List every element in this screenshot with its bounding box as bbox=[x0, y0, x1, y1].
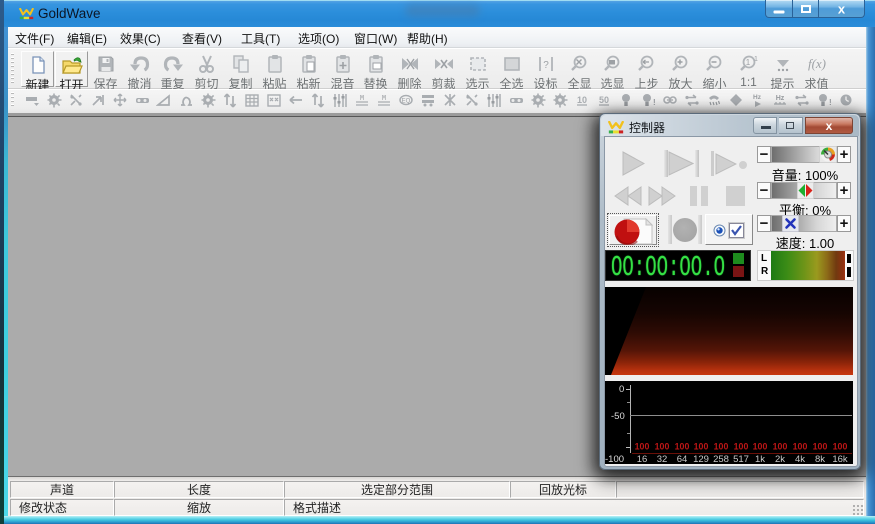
svg-text:50: 50 bbox=[599, 95, 609, 105]
svg-text:10: 10 bbox=[577, 95, 587, 105]
svg-text:!: ! bbox=[829, 98, 832, 107]
svg-text:Hz: Hz bbox=[776, 95, 785, 102]
svg-text:f(x): f(x) bbox=[807, 56, 825, 71]
svg-text:Hz: Hz bbox=[753, 94, 762, 101]
svg-text:1: 1 bbox=[754, 56, 758, 63]
svg-text:EQ: EQ bbox=[402, 99, 411, 105]
svg-text:1: 1 bbox=[745, 58, 750, 67]
svg-text:!: ! bbox=[653, 98, 656, 107]
svg-text:?: ? bbox=[543, 60, 549, 71]
